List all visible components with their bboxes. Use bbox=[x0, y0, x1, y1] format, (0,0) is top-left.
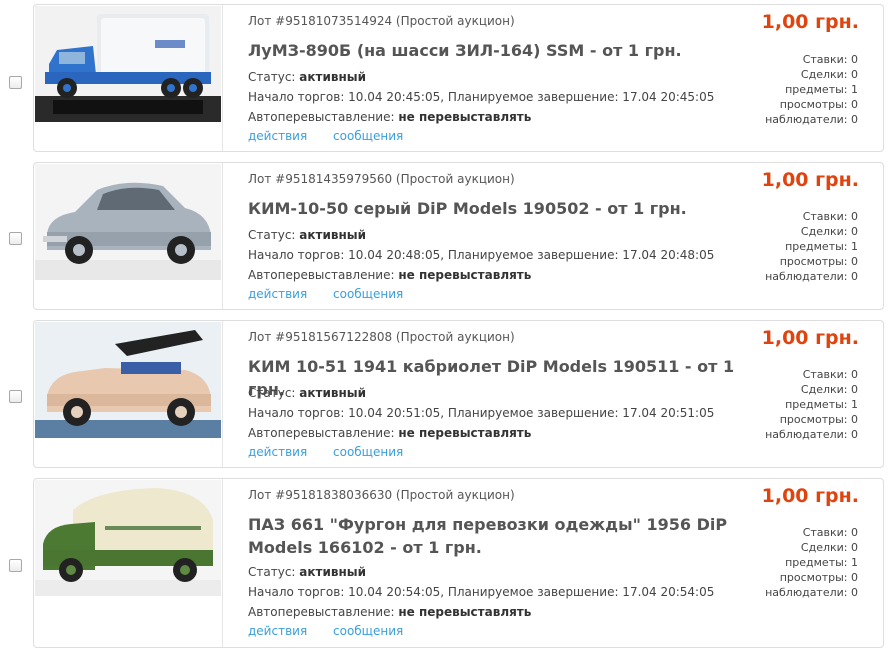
status-label: Статус: bbox=[248, 228, 300, 242]
lot-status: Статус: активный bbox=[248, 386, 366, 400]
stat-items: предметы: 1 bbox=[785, 398, 858, 411]
lot-title[interactable]: ЛуМЗ-890Б (на шасси ЗИЛ-164) SSM - от 1 … bbox=[248, 39, 748, 62]
stat-watchers: наблюдатели: 0 bbox=[765, 113, 858, 126]
stat-bids: Ставки: 0 bbox=[802, 210, 858, 223]
lot-price: 1,00 грн. bbox=[761, 169, 859, 191]
stat-views: просмотры: 0 bbox=[779, 413, 858, 426]
stat-deals: Сделки: 0 bbox=[800, 383, 858, 396]
stat-views: просмотры: 0 bbox=[779, 571, 858, 584]
stat-items: предметы: 1 bbox=[785, 240, 858, 253]
status-value: активный bbox=[299, 228, 367, 242]
lot-select-checkbox[interactable] bbox=[9, 390, 22, 403]
lot-times: Начало торгов: 10.04 20:48:05, Планируем… bbox=[248, 248, 715, 262]
autorelist-label: Автоперевыставление: bbox=[248, 426, 399, 440]
actions-link[interactable]: действия bbox=[248, 287, 307, 301]
lot-card: Лот #95181435979560 (Простой аукцион) КИ… bbox=[33, 162, 884, 310]
messages-link[interactable]: сообщения bbox=[333, 129, 403, 143]
autorelist-value: не перевыставлять bbox=[398, 426, 532, 440]
messages-link[interactable]: сообщения bbox=[333, 445, 403, 459]
stat-bids: Ставки: 0 bbox=[802, 53, 858, 66]
autorelist-label: Автоперевыставление: bbox=[248, 268, 399, 282]
card-divider bbox=[222, 321, 223, 467]
status-label: Статус: bbox=[248, 565, 300, 579]
lot-select-checkbox[interactable] bbox=[9, 559, 22, 572]
autorelist-value: не перевыставлять bbox=[398, 110, 532, 124]
stat-views: просмотры: 0 bbox=[779, 98, 858, 111]
lot-image[interactable] bbox=[35, 6, 221, 122]
card-divider bbox=[222, 479, 223, 647]
lot-select-checkbox[interactable] bbox=[9, 76, 22, 89]
lot-title[interactable]: ПАЗ 661 "Фургон для перевозки одежды" 19… bbox=[248, 513, 748, 559]
lot-autorelist: Автоперевыставление: не перевыставлять bbox=[248, 110, 531, 124]
status-value: активный bbox=[299, 70, 367, 84]
autorelist-value: не перевыставлять bbox=[398, 268, 532, 282]
lot-stats: Ставки: 0 Сделки: 0 предметы: 1 просмотр… bbox=[718, 209, 858, 284]
lot-card: Лот #95181838036630 (Простой аукцион) ПА… bbox=[33, 478, 884, 648]
lot-number: Лот #95181567122808 (Простой аукцион) bbox=[248, 330, 515, 344]
stat-views: просмотры: 0 bbox=[779, 255, 858, 268]
lot-title[interactable]: КИМ-10-50 серый DiP Models 190502 - от 1… bbox=[248, 197, 748, 220]
autorelist-value: не перевыставлять bbox=[398, 605, 532, 619]
stat-items: предметы: 1 bbox=[785, 83, 858, 96]
lot-status: Статус: активный bbox=[248, 565, 366, 579]
stat-watchers: наблюдатели: 0 bbox=[765, 270, 858, 283]
autorelist-label: Автоперевыставление: bbox=[248, 110, 399, 124]
card-divider bbox=[222, 163, 223, 309]
lot-price: 1,00 грн. bbox=[761, 11, 859, 33]
stat-watchers: наблюдатели: 0 bbox=[765, 428, 858, 441]
stat-bids: Ставки: 0 bbox=[802, 526, 858, 539]
card-divider bbox=[222, 5, 223, 151]
lot-stats: Ставки: 0 Сделки: 0 предметы: 1 просмотр… bbox=[718, 525, 858, 600]
lot-number: Лот #95181435979560 (Простой аукцион) bbox=[248, 172, 515, 186]
stat-deals: Сделки: 0 bbox=[800, 225, 858, 238]
messages-link[interactable]: сообщения bbox=[333, 287, 403, 301]
status-label: Статус: bbox=[248, 70, 300, 84]
status-value: активный bbox=[299, 565, 367, 579]
lot-autorelist: Автоперевыставление: не перевыставлять bbox=[248, 426, 531, 440]
messages-link[interactable]: сообщения bbox=[333, 624, 403, 638]
actions-link[interactable]: действия bbox=[248, 445, 307, 459]
stat-watchers: наблюдатели: 0 bbox=[765, 586, 858, 599]
status-value: активный bbox=[299, 386, 367, 400]
stat-bids: Ставки: 0 bbox=[802, 368, 858, 381]
lot-card: Лот #95181073514924 (Простой аукцион) Лу… bbox=[33, 4, 884, 152]
lot-image[interactable] bbox=[35, 164, 221, 280]
lot-autorelist: Автоперевыставление: не перевыставлять bbox=[248, 268, 531, 282]
actions-link[interactable]: действия bbox=[248, 129, 307, 143]
lot-times: Начало торгов: 10.04 20:45:05, Планируем… bbox=[248, 90, 715, 104]
stat-deals: Сделки: 0 bbox=[800, 68, 858, 81]
lot-price: 1,00 грн. bbox=[761, 327, 859, 349]
stat-items: предметы: 1 bbox=[785, 556, 858, 569]
lot-number: Лот #95181073514924 (Простой аукцион) bbox=[248, 14, 515, 28]
lot-times: Начало торгов: 10.04 20:54:05, Планируем… bbox=[248, 585, 715, 599]
autorelist-label: Автоперевыставление: bbox=[248, 605, 399, 619]
stat-deals: Сделки: 0 bbox=[800, 541, 858, 554]
lot-autorelist: Автоперевыставление: не перевыставлять bbox=[248, 605, 531, 619]
lot-image[interactable] bbox=[35, 480, 221, 596]
lot-times: Начало торгов: 10.04 20:51:05, Планируем… bbox=[248, 406, 715, 420]
status-label: Статус: bbox=[248, 386, 300, 400]
lot-card: Лот #95181567122808 (Простой аукцион) КИ… bbox=[33, 320, 884, 468]
lot-number: Лот #95181838036630 (Простой аукцион) bbox=[248, 488, 515, 502]
lot-status: Статус: активный bbox=[248, 70, 366, 84]
lot-stats: Ставки: 0 Сделки: 0 предметы: 1 просмотр… bbox=[718, 367, 858, 442]
lot-stats: Ставки: 0 Сделки: 0 предметы: 1 просмотр… bbox=[718, 52, 858, 127]
lot-image[interactable] bbox=[35, 322, 221, 438]
actions-link[interactable]: действия bbox=[248, 624, 307, 638]
lot-price: 1,00 грн. bbox=[761, 485, 859, 507]
lot-select-checkbox[interactable] bbox=[9, 232, 22, 245]
lot-status: Статус: активный bbox=[248, 228, 366, 242]
